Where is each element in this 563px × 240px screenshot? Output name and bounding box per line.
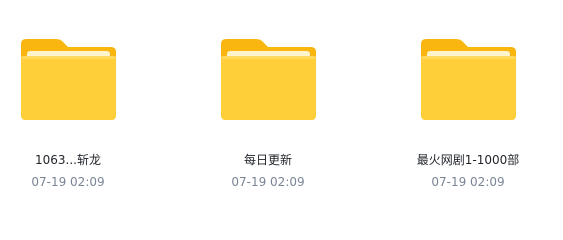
folder-date: 07-19 02:09	[431, 175, 505, 189]
folder-item[interactable]: 1063...斩龙 07-19 02:09	[0, 0, 148, 240]
file-grid: 1063...斩龙 07-19 02:09 每日更新 07-19 02:09 最…	[0, 0, 563, 240]
folder-icon[interactable]	[20, 37, 117, 121]
folder-icon[interactable]	[220, 37, 317, 121]
folder-name: 每日更新	[243, 153, 292, 167]
folder-name: 最火网剧1-1000部	[416, 153, 520, 167]
folder-date: 07-19 02:09	[231, 175, 305, 189]
folder-item[interactable]: 最火网剧1-1000部 07-19 02:09	[388, 0, 548, 240]
folder-date: 07-19 02:09	[31, 175, 105, 189]
folder-name: 1063...斩龙	[35, 153, 101, 167]
folder-icon[interactable]	[420, 37, 517, 121]
folder-item[interactable]: 每日更新 07-19 02:09	[188, 0, 348, 240]
